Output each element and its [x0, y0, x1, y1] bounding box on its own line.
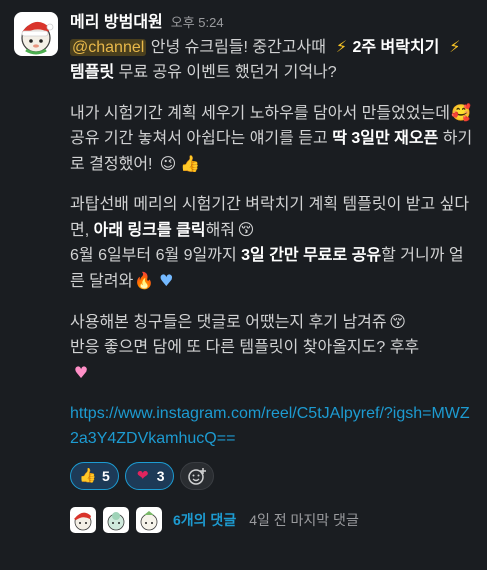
- message-item: 메리 방범대원 오후 5:24 @channel 안녕 슈크림들! 중간고사때 …: [0, 0, 487, 570]
- bold-text: 템플릿: [70, 64, 115, 81]
- reactions-bar: 👍 5 ❤ 3: [70, 461, 476, 491]
- character-icon: [140, 511, 158, 531]
- bold-text: 2주 벼락치기: [352, 39, 440, 56]
- blue-heart-emoji-icon: ♥: [159, 271, 174, 290]
- sender-avatar[interactable]: [14, 12, 58, 56]
- thread-summary[interactable]: 6개의 댓글 4일 전 마지막 댓글: [70, 503, 476, 537]
- instagram-link[interactable]: https://www.instagram.com/reel/C5tJAlpyr…: [70, 401, 476, 451]
- add-reaction-button[interactable]: [179, 462, 214, 490]
- santa-character-icon: [74, 512, 92, 531]
- pink-heart-emoji-icon: ♥: [73, 363, 89, 382]
- reply-avatar: [136, 507, 162, 533]
- thumbs-up-icon: 👍: [79, 468, 97, 484]
- message-paragraph-2: 내가 시험기간 계획 세우기 노하우를 담아서 만들었었는데🥰 공유 기간 놓쳐서…: [70, 100, 476, 177]
- sender-name[interactable]: 메리 방범대원: [70, 8, 163, 32]
- text-span: 6월 6일부터 6월 9일까지: [70, 247, 242, 264]
- bold-text: 3일 간만 무료로 공유: [241, 247, 382, 264]
- santa-character-icon: [21, 21, 54, 55]
- bold-text: 아래 링크를 클릭: [93, 222, 206, 239]
- text-span: 안녕 슈크림들! 중간고사때: [146, 39, 331, 56]
- channel-mention[interactable]: @channel: [70, 39, 147, 56]
- text-span: 무료 공유 이벤트 했던거 기억나?: [114, 64, 337, 81]
- reply-avatar: [70, 507, 96, 533]
- last-reply-time: 4일 전 마지막 댓글: [249, 512, 359, 528]
- text-span: 사용해본 칭구들은 댓글로 어땠는지 후기 남겨쥬: [70, 314, 387, 331]
- reply-avatar: [103, 507, 129, 533]
- bold-text: 딱 3일만 재오픈: [332, 130, 439, 147]
- text-span: 내가 시험기간 계획 세우기 노하우를 담아서 만들었었는데: [70, 105, 450, 122]
- reaction-count: 5: [102, 468, 110, 484]
- fire-emoji-icon: 🔥: [134, 271, 155, 290]
- text-span: 반응 좋으면 담에 또 다른 템플릿이 찾아올지도? 후후: [70, 339, 420, 356]
- message-timestamp[interactable]: 오후 5:24: [171, 12, 224, 31]
- heart-icon: ❤: [136, 468, 149, 484]
- add-emoji-icon: [187, 468, 206, 485]
- wink-emoji-icon: 😉: [159, 154, 177, 173]
- reaction-thumbs-up[interactable]: 👍 5: [70, 462, 119, 490]
- lightning-emoji-icon: ⚡: [335, 37, 348, 56]
- thumbs-up-emoji-icon: 👍: [179, 154, 200, 173]
- reaction-heart[interactable]: ❤ 3: [124, 462, 174, 490]
- kissing-emoji-icon: 😚: [389, 312, 406, 331]
- lightning-emoji-icon: ⚡: [449, 37, 461, 56]
- text-span: 공유 기간 놓쳐서 아쉽다는 얘기를 듣고: [70, 130, 333, 147]
- text-span: 해줘: [205, 222, 236, 239]
- message-paragraph-1: @channel 안녕 슈크림들! 중간고사때 ⚡ 2주 벼락치기 ⚡템플릿 무료…: [70, 34, 476, 85]
- cream-character-icon: [107, 512, 125, 531]
- smiling-face-hearts-emoji-icon: 🥰: [450, 103, 471, 122]
- kissing-emoji-icon: 😚: [237, 220, 255, 239]
- message-paragraph-4: 사용해본 칭구들은 댓글로 어땠는지 후기 남겨쥬 😚 반응 좋으면 담에 또 다른…: [70, 309, 476, 386]
- message-header: 메리 방범대원 오후 5:24: [70, 8, 476, 34]
- reaction-count: 3: [156, 468, 165, 484]
- reply-count-link[interactable]: 6개의 댓글: [173, 510, 236, 530]
- message-paragraph-3: 과탑선배 메리의 시험기간 벼락치기 계획 템플릿이 받고 싶다면, 아래 링크…: [70, 192, 476, 294]
